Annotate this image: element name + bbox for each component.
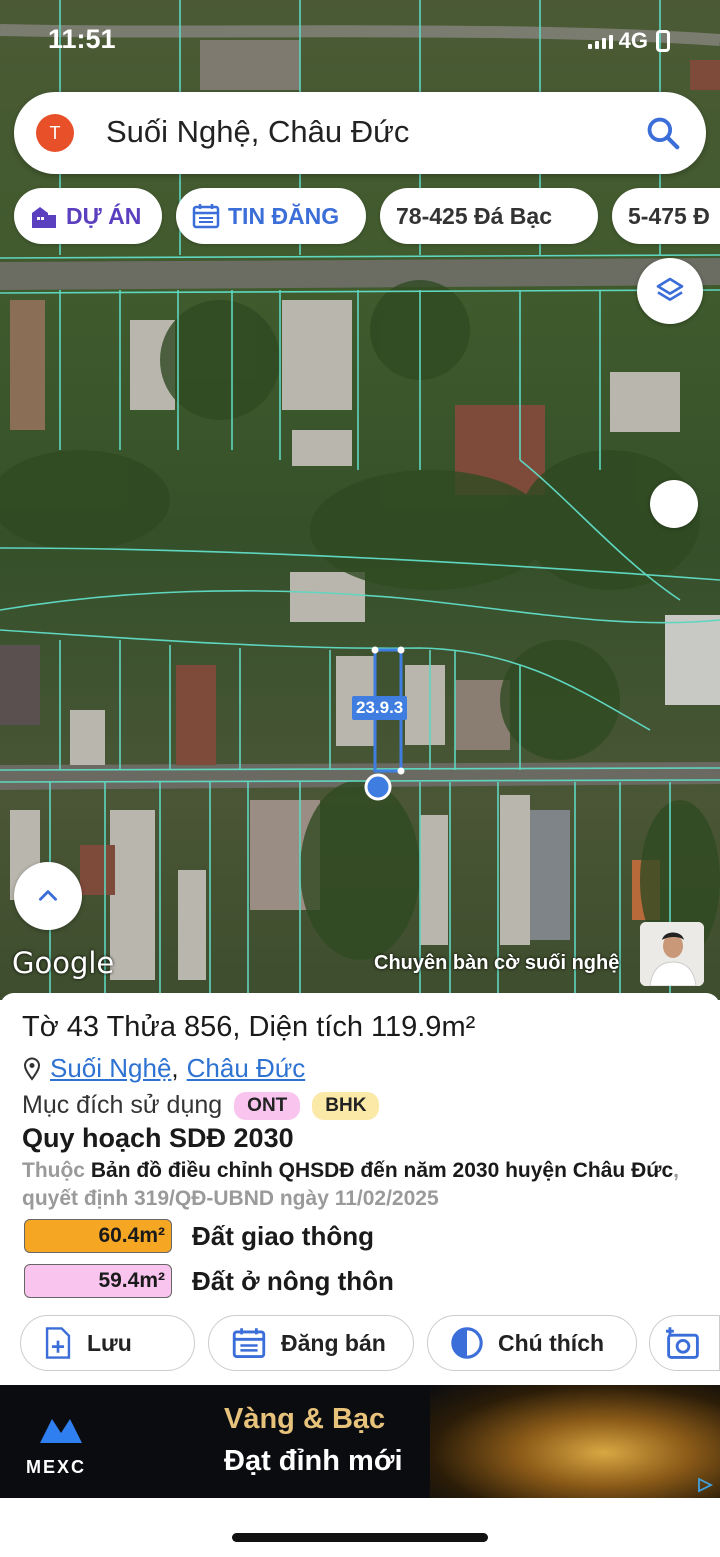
location-pin-icon	[23, 1057, 41, 1081]
post-listing-label: Đăng bán	[281, 1329, 386, 1356]
chevron-up-icon	[39, 890, 57, 901]
plan-description: Thuộc Bản đồ điều chỉnh QHSDĐ đến năm 20…	[22, 1157, 702, 1213]
legend-label: Chú thích	[498, 1329, 605, 1356]
chip-location-2[interactable]: 5-475 Đ	[612, 188, 720, 244]
post-listing-button[interactable]: Đăng bán	[208, 1315, 414, 1371]
status-bar: 11:51 4G	[0, 22, 720, 58]
parcel-title: Tờ 43 Thửa 856, Diện tích 119.9m²	[22, 1011, 476, 1043]
parcel-info-sheet: Tờ 43 Thửa 856, Diện tích 119.9m² Suối N…	[0, 993, 720, 1385]
usage-label: Mục đích sử dụng	[22, 1091, 223, 1119]
district-link[interactable]: Châu Đức	[187, 1053, 306, 1084]
chip-label: 78-425 Đá Bạc	[396, 202, 552, 229]
usage-row: Mục đích sử dụng ONT BHK	[22, 1091, 380, 1120]
listing-icon	[232, 1328, 266, 1358]
measurement-label: 23.9.3	[352, 696, 408, 720]
address-separator: ,	[171, 1053, 179, 1083]
plan-prefix: Thuộc	[22, 1159, 85, 1182]
save-add-icon	[45, 1327, 71, 1359]
chip-label: TIN ĐĂNG	[228, 202, 340, 229]
status-indicators: 4G	[587, 28, 648, 54]
network-type: 4G	[618, 28, 648, 53]
ward-link[interactable]: Suối Nghệ	[50, 1053, 171, 1083]
chip-label: DỰ ÁN	[66, 202, 142, 229]
user-photo[interactable]	[640, 922, 704, 986]
signal-icon	[587, 33, 613, 49]
google-logo: Google	[12, 946, 115, 980]
add-photo-button[interactable]	[649, 1315, 720, 1371]
search-bar[interactable]: T Suối Nghệ, Châu Đức	[14, 92, 706, 174]
legend-button[interactable]: Chú thích	[427, 1315, 637, 1371]
ad-subline: Đạt đỉnh mới	[224, 1445, 403, 1477]
save-label: Lưu	[87, 1329, 132, 1356]
ad-banner[interactable]: MEXC Vàng & Bạc Đạt đỉnh mới	[0, 1385, 720, 1498]
chip-label: 5-475 Đ	[628, 202, 710, 229]
expand-up-button[interactable]	[14, 862, 82, 930]
map-view[interactable]: 23.9.3 11:51 4G T Suối Nghệ, Châu Đức DỰ…	[0, 0, 720, 1000]
area-value: 59.4m²	[24, 1264, 172, 1298]
mexc-logo-icon	[40, 1419, 82, 1443]
plan-title: Quy hoạch SDĐ 2030	[22, 1123, 294, 1153]
battery-icon	[656, 30, 670, 52]
building-icon	[32, 207, 56, 228]
ad-headline: Vàng & Bạc	[224, 1403, 386, 1435]
save-button[interactable]: Lưu	[20, 1315, 195, 1371]
chip-location-1[interactable]: 78-425 Đá Bạc	[380, 188, 598, 244]
area-row-traffic: 60.4m² Đất giao thông	[24, 1219, 374, 1253]
add-photo-icon	[666, 1327, 699, 1359]
map-credit: Chuyên bàn cờ suối nghệ	[374, 952, 620, 974]
area-label: Đất giao thông	[192, 1220, 374, 1251]
area-label: Đất ở nông thôn	[192, 1265, 394, 1296]
ad-info-icon[interactable]	[696, 1476, 714, 1494]
layers-button[interactable]	[637, 258, 703, 324]
chip-du-an[interactable]: DỰ ÁN	[14, 188, 162, 244]
search-icon[interactable]	[644, 114, 682, 152]
location-dot-button[interactable]	[650, 480, 698, 528]
chip-tin-dang[interactable]: TIN ĐĂNG	[176, 188, 366, 244]
ad-gold-image	[430, 1385, 720, 1498]
parcel-address: Suối Nghệ, Châu Đức	[22, 1053, 305, 1084]
legend-icon	[451, 1327, 483, 1359]
calendar-icon	[192, 204, 220, 229]
plan-map-name: Bản đồ điều chỉnh QHSDĐ đến năm 2030 huy…	[90, 1159, 674, 1182]
layers-icon	[656, 277, 684, 301]
home-indicator[interactable]	[232, 1533, 488, 1542]
area-value: 60.4m²	[24, 1219, 172, 1253]
usage-tag-bhk[interactable]: BHK	[312, 1091, 380, 1120]
status-time: 11:51	[48, 24, 116, 54]
usage-tag-ont[interactable]: ONT	[234, 1091, 301, 1120]
area-row-residential: 59.4m² Đất ở nông thôn	[24, 1264, 394, 1298]
search-query[interactable]: Suối Nghệ, Châu Đức	[106, 114, 409, 150]
ad-brand: MEXC	[26, 1457, 87, 1477]
person-avatar-icon	[640, 922, 704, 986]
account-avatar[interactable]: T	[36, 114, 74, 152]
